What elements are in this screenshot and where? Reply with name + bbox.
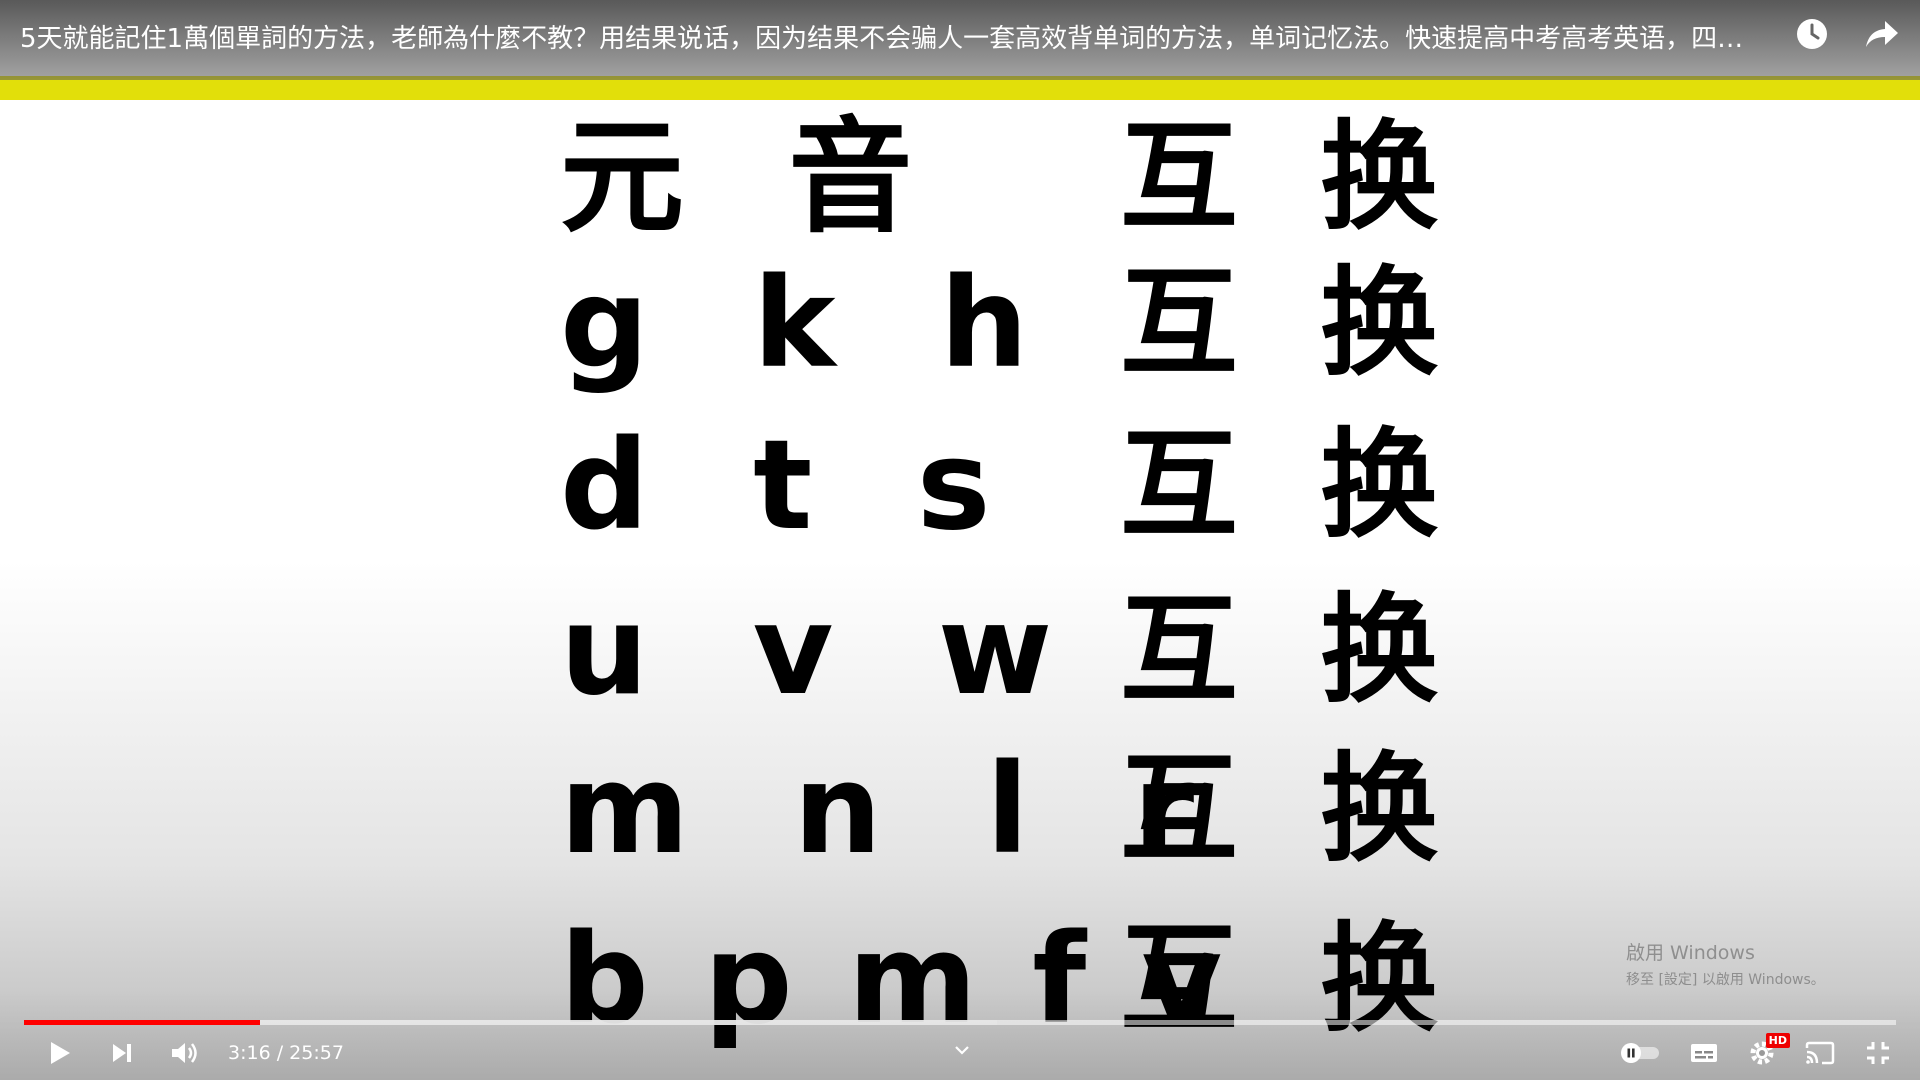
- frame-row: g k h 互 换: [560, 226, 1460, 386]
- exit-fullscreen-button[interactable]: [1858, 1035, 1898, 1071]
- row-left-text: 元 音: [560, 106, 919, 250]
- subtitles-button[interactable]: [1684, 1035, 1724, 1071]
- video-title[interactable]: 5天就能記住1萬個單詞的方法，老師為什麼不教？用结果说话，因为结果不会骗人一套高…: [20, 18, 1790, 55]
- video-frame[interactable]: 元 音 互 换 g k h 互 换 d t s 互 换 u v w 互 换 m …: [0, 0, 1920, 1080]
- exit-fullscreen-icon: [1867, 1042, 1889, 1064]
- video-player[interactable]: 元 音 互 换 g k h 互 换 d t s 互 换 u v w 互 换 m …: [0, 0, 1920, 1080]
- row-right-text: 互 换: [1120, 108, 1439, 246]
- row-left-text: m n l r: [560, 738, 1201, 882]
- autoplay-toggle[interactable]: [1616, 1035, 1666, 1071]
- volume-button[interactable]: [164, 1035, 204, 1071]
- volume-icon: [172, 1043, 197, 1063]
- row-right-text: 互 换: [1120, 740, 1439, 878]
- watermark-line-2: 移至 [設定] 以啟用 Windows。: [1626, 972, 1825, 988]
- chevron-down-icon[interactable]: [950, 1040, 974, 1060]
- frame-row: m n l r 互 换: [560, 712, 1460, 872]
- top-actions: [1792, 14, 1902, 54]
- progress-bar[interactable]: [24, 1020, 1896, 1025]
- row-right-text: 互 换: [1120, 254, 1439, 392]
- hd-badge: HD: [1765, 1033, 1790, 1048]
- frame-row: 元 音 互 换: [560, 80, 1460, 240]
- play-icon: [51, 1042, 70, 1064]
- windows-activation-watermark: 啟用 Windows 移至 [設定] 以啟用 Windows。: [1626, 938, 1825, 989]
- watch-later-icon[interactable]: [1792, 14, 1832, 54]
- controls-right: HD: [1616, 1033, 1898, 1071]
- watermark-line-1: 啟用 Windows: [1626, 942, 1755, 964]
- row-right-text: 互 换: [1120, 416, 1439, 554]
- row-left-text: u v w: [560, 579, 1059, 723]
- share-icon[interactable]: [1862, 14, 1902, 54]
- top-title-bar: 5天就能記住1萬個單詞的方法，老師為什麼不教？用结果说话，因为结果不会骗人一套高…: [0, 0, 1920, 80]
- cast-icon: [1805, 1041, 1835, 1065]
- next-icon: [113, 1044, 131, 1062]
- row-left-text: g k h: [560, 252, 1035, 396]
- row-left-text: d t s: [560, 414, 997, 558]
- play-button[interactable]: [40, 1035, 80, 1071]
- row-right-text: 互 换: [1120, 581, 1439, 719]
- cast-button[interactable]: [1800, 1035, 1840, 1071]
- subtitles-icon: [1691, 1044, 1717, 1062]
- progress-played: [24, 1020, 260, 1025]
- frame-row: d t s 互 换: [560, 388, 1460, 548]
- frame-row: u v w 互 换: [560, 553, 1460, 713]
- autoplay-toggle-icon: [1621, 1043, 1659, 1063]
- settings-button[interactable]: HD: [1742, 1033, 1790, 1071]
- controls-left: 3:16 / 25:57: [40, 1035, 344, 1071]
- time-display: 3:16 / 25:57: [228, 1042, 344, 1064]
- next-button[interactable]: [102, 1035, 142, 1071]
